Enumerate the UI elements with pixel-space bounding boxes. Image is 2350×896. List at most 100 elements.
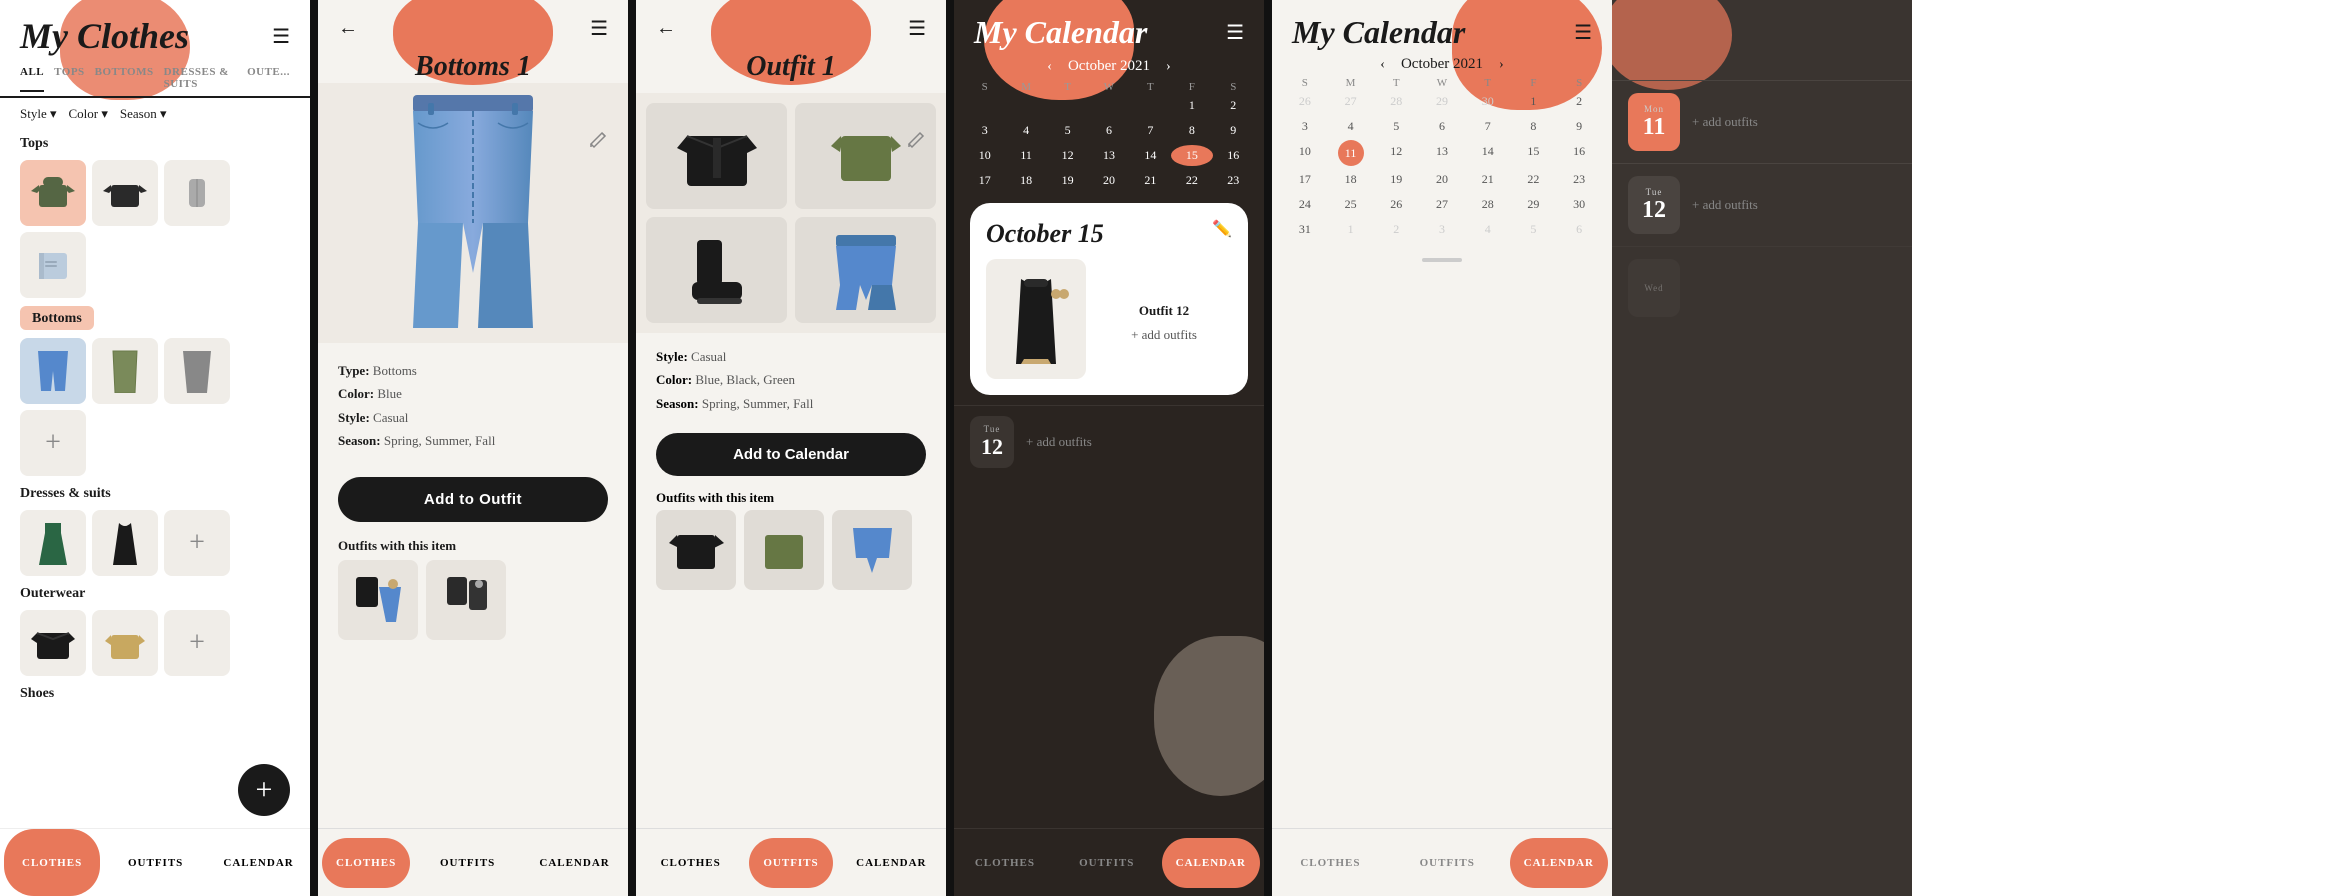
list-item[interactable] [92,510,158,576]
menu-icon[interactable]: ☰ [1226,20,1244,45]
p4-header: My Calendar ☰ [954,0,1264,48]
add-outerwear-button[interactable]: + [164,610,230,676]
list-item[interactable] [164,160,230,226]
prev-month-icon[interactable]: ‹ [1380,57,1385,73]
day-list-panel: Mon 11 + add outfits Tue 12 + add outfit… [1612,0,1912,896]
outfit-thumbnails [318,560,628,640]
next-month-icon[interactable]: › [1166,59,1171,75]
divider-2 [628,0,636,896]
tab-outerwear[interactable]: OUTE... [247,66,290,92]
list-item[interactable] [164,338,230,404]
day-name: Mon [1644,104,1664,114]
outfit-thumb-2[interactable] [426,560,506,640]
next-month-icon[interactable]: › [1499,57,1504,73]
nav-clothes[interactable]: CLOTHES [636,857,745,869]
add-to-outfit-button[interactable]: Add to Outfit [338,477,608,522]
list-item[interactable] [20,160,86,226]
style-value: Casual [691,349,726,364]
fab-add-button[interactable]: + [238,764,290,816]
outfit-thumb-1[interactable] [338,560,418,640]
day-number: 12 [981,434,1003,460]
nav-clothes[interactable]: CLOTHES [954,857,1056,869]
edit-icon[interactable] [588,130,608,155]
cal-row-2: 3456789 [954,118,1264,143]
nav-calendar[interactable]: CALENDAR [521,857,628,869]
back-icon[interactable]: ← [656,17,676,40]
list-item[interactable] [20,510,86,576]
nav-outfits[interactable]: OUTFITS [104,829,207,896]
panel-calendar-split: My Calendar ☰ ‹ October 2021 › SMTWTFS 2… [1272,0,1912,896]
divider-3 [946,0,954,896]
outfit-item-boots[interactable] [646,217,787,323]
add-bottom-button[interactable]: + [20,410,86,476]
add-outfits-text-tue[interactable]: + add outfits [1692,197,1758,213]
panel-outfit-detail: ← ☰ Outfit 1 [636,0,946,896]
edit-icon[interactable]: ✏️ [1212,219,1232,239]
back-icon[interactable]: ← [338,17,358,40]
nav-outfits[interactable]: OUTFITS [749,838,832,888]
menu-icon[interactable]: ☰ [590,16,608,41]
calendar-view: My Calendar ☰ ‹ October 2021 › SMTWTFS 2… [1272,0,1612,896]
season-value: Spring, Summer, Fall [702,396,813,411]
filter-season[interactable]: Season ▾ [120,106,167,122]
dresses-grid: + [0,506,310,580]
outfits-with-label: Outfits with this item [318,530,628,560]
menu-icon[interactable]: ☰ [1574,20,1592,45]
filter-color[interactable]: Color ▾ [69,106,108,122]
list-item[interactable] [92,160,158,226]
add-outfits-text-mon[interactable]: + add outfits [1692,114,1758,130]
outfit-info: Outfit 12 + add outfits [1096,295,1232,343]
bottom-nav: CLOTHES OUTFITS CALENDAR [636,828,946,896]
panel-bottoms-detail: ← ☰ Bottoms 1 [318,0,628,896]
section-label-tops: Tops [0,130,310,156]
nav-calendar[interactable]: CALENDAR [207,829,310,896]
edit-icon[interactable] [906,130,926,155]
filter-style[interactable]: Style ▾ [20,106,57,122]
style-label: Style: [656,349,688,364]
day-number: 12 [1642,197,1666,224]
add-outfits-link[interactable]: + add outfits [1096,327,1232,343]
add-outfits-text[interactable]: + add outfits [1026,434,1092,450]
tab-dresses-suits[interactable]: DRESSES & SUITS [164,66,237,92]
nav-outfits[interactable]: OUTFITS [414,857,521,869]
prev-month-icon[interactable]: ‹ [1047,59,1052,75]
day-row-wed: Wed [1612,246,1912,329]
month-label: October 2021 [1401,56,1483,73]
outfit-item-jeans[interactable] [795,217,936,323]
nav-calendar[interactable]: CALENDAR [1510,838,1608,888]
p2-header: ← ☰ [318,0,628,41]
outfit-thumb-top[interactable] [744,510,824,590]
outfit-thumb-jeans[interactable] [832,510,912,590]
list-item[interactable] [92,338,158,404]
nav-clothes[interactable]: CLOTHES [1272,857,1389,869]
nav-outfits[interactable]: OUTFITS [1056,857,1158,869]
list-item[interactable] [20,232,86,298]
tab-all[interactable]: ALL [20,66,44,92]
today-date[interactable]: 11 [1338,140,1364,166]
nav-clothes[interactable]: CLOTHES [4,829,100,896]
menu-icon[interactable]: ☰ [908,16,926,41]
list-item[interactable] [20,610,86,676]
nav-outfits[interactable]: OUTFITS [1389,857,1506,869]
cal-row-6: 31 1 2 3 4 5 6 [1272,217,1612,242]
calendar-header: SMTWTFS [954,81,1264,93]
tab-tops[interactable]: TOPS [54,66,85,92]
outfit-item-top[interactable] [795,103,936,209]
outfit-thumb-jacket[interactable] [656,510,736,590]
outfit-thumbnail[interactable] [986,259,1086,379]
add-to-calendar-button[interactable]: Add to Calendar [656,433,926,476]
add-dress-button[interactable]: + [164,510,230,576]
nav-calendar[interactable]: CALENDAR [837,857,946,869]
filter-bar: Style ▾ Color ▾ Season ▾ [0,98,310,130]
cal-row-4: 17181920212223 [954,168,1264,193]
menu-icon[interactable]: ☰ [272,24,290,49]
cal-row-5: 24 25 26 27 28 29 30 [1272,192,1612,217]
list-item[interactable] [20,338,86,404]
bottom-nav: CLOTHES OUTFITS CALENDAR [1272,828,1612,896]
page-title: My Clothes [20,18,189,54]
nav-calendar[interactable]: CALENDAR [1162,838,1260,888]
list-item[interactable] [92,610,158,676]
outfit-item-jacket[interactable] [646,103,787,209]
tab-bottoms[interactable]: BOTTOMS [95,66,154,92]
nav-clothes[interactable]: CLOTHES [322,838,410,888]
